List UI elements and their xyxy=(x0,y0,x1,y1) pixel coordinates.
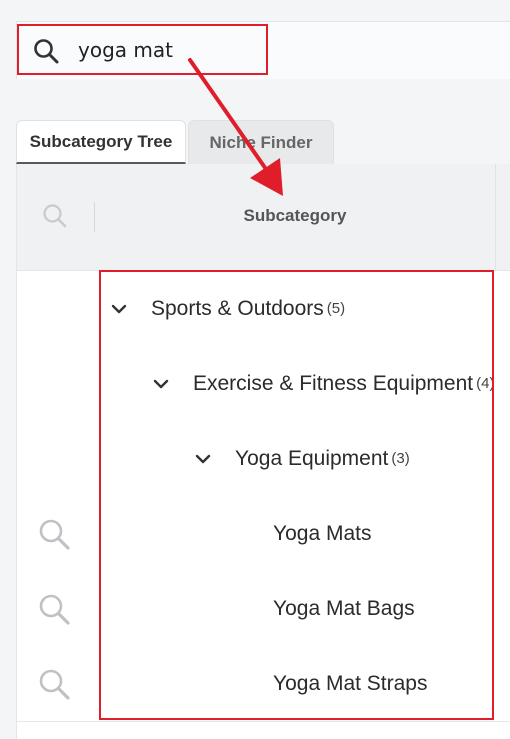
search-icon[interactable] xyxy=(37,667,73,703)
search-icon[interactable] xyxy=(41,202,69,230)
search-icon[interactable] xyxy=(37,517,73,553)
table-header: Subcategory xyxy=(17,164,510,271)
header-divider xyxy=(495,164,496,270)
tree-highlight-box xyxy=(99,270,494,720)
tab-subcategory-tree[interactable]: Subcategory Tree xyxy=(16,120,186,164)
search-highlight-box xyxy=(17,24,268,75)
search-icon[interactable] xyxy=(37,592,73,628)
column-header-subcategory[interactable]: Subcategory xyxy=(95,206,495,226)
tab-niche-finder[interactable]: Niche Finder xyxy=(188,120,334,164)
